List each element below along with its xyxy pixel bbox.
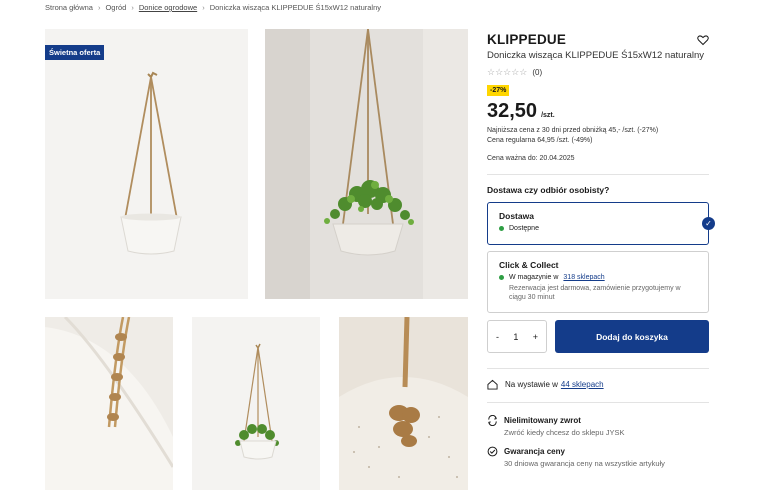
breadcrumb-separator: › — [131, 3, 134, 12]
star-icon: ☆☆☆☆☆ — [487, 67, 528, 77]
product-image-detail-knot[interactable] — [339, 317, 468, 490]
available-dot-icon — [499, 226, 504, 231]
click-collect-title: Click & Collect — [499, 260, 559, 270]
product-panel: KLIPPEDUE Doniczka wisząca KLIPPEDUE Ś15… — [487, 32, 715, 477]
product-brand: KLIPPEDUE — [487, 32, 567, 47]
divider — [487, 368, 709, 369]
heart-icon[interactable] — [697, 34, 709, 46]
divider — [487, 174, 709, 175]
breadcrumb-planters[interactable]: Donice ogrodowe — [139, 3, 197, 12]
rating-count: (0) — [532, 68, 543, 77]
quantity-value[interactable]: 1 — [513, 332, 518, 342]
decrease-button[interactable]: - — [496, 332, 499, 342]
breadcrumb-garden[interactable]: Ogród — [105, 3, 126, 12]
price-valid-until: Cena ważna do: 20.04.2025 — [487, 155, 575, 162]
feature-return-title: Nielimitowany zwrot — [504, 416, 581, 425]
delivery-option[interactable]: Dostawa Dostępne ✓ — [487, 202, 715, 245]
lowest-price-note: Najniższa cena z 30 dni przed obniżką 45… — [487, 127, 659, 134]
product-name: Doniczka wisząca KLIPPEDUE Ś15xW12 natur… — [487, 50, 705, 61]
divider — [487, 402, 709, 403]
breadcrumb: Strona główna › Ogród › Donice ogrodowe … — [45, 3, 381, 12]
increase-button[interactable]: + — [533, 332, 538, 342]
available-dot-icon — [499, 275, 504, 280]
display-info: Na wystawie w 44 sklepach — [487, 379, 709, 390]
guarantee-icon — [487, 446, 498, 457]
cc-status-prefix: W magazynie w — [509, 274, 559, 281]
rating[interactable]: ☆☆☆☆☆ (0) — [487, 67, 709, 78]
product-image-detail-rope[interactable] — [45, 317, 173, 490]
regular-price-note: Cena regularna 64,95 /szt. (-49%) — [487, 137, 593, 144]
cc-stores-link[interactable]: 318 sklepach — [563, 274, 604, 281]
product-image-lifestyle[interactable] — [265, 29, 468, 299]
cc-note: Rezerwacja jest darmowa, zamówienie przy… — [509, 285, 681, 301]
breadcrumb-current: Doniczka wisząca KLIPPEDUE Ś15xW12 natur… — [209, 3, 382, 12]
discount-badge: -27% — [487, 85, 510, 96]
breadcrumb-separator: › — [97, 3, 101, 12]
price-unit: /szt. — [541, 112, 555, 119]
click-collect-option[interactable]: Click & Collect W magazynie w 318 sklepa… — [487, 251, 709, 313]
return-icon — [488, 415, 497, 426]
product-image-main[interactable] — [45, 29, 248, 299]
checkmark-icon: ✓ — [702, 217, 715, 230]
quantity-stepper[interactable]: - 1 + — [487, 320, 547, 353]
product-image-small[interactable] — [192, 317, 320, 490]
delivery-status: Dostępne — [509, 225, 539, 232]
display-stores-link[interactable]: 44 sklepach — [561, 380, 604, 389]
offer-badge: Świetna oferta — [45, 45, 105, 60]
breadcrumb-home[interactable]: Strona główna — [45, 3, 93, 12]
feature-guarantee-title: Gwarancja ceny — [504, 447, 565, 456]
store-icon — [487, 379, 498, 390]
feature-return-desc: Zwróć kiedy chcesz do sklepu JYSK — [504, 428, 625, 437]
add-to-cart-button[interactable]: Dodaj do koszyka — [555, 320, 709, 353]
delivery-question: Dostawa czy odbiór osobisty? — [487, 185, 610, 195]
display-prefix: Na wystawie w — [505, 380, 558, 389]
delivery-option-title: Dostawa — [499, 211, 534, 221]
breadcrumb-separator: › — [202, 3, 205, 12]
feature-guarantee-desc: 30 dniowa gwarancja ceny na wszystkie ar… — [504, 459, 665, 468]
feature-return: Nielimitowany zwrot Zwróć kiedy chcesz d… — [487, 415, 709, 437]
feature-guarantee: Gwarancja ceny 30 dniowa gwarancja ceny … — [487, 446, 709, 468]
price: 32,50 — [487, 100, 538, 122]
